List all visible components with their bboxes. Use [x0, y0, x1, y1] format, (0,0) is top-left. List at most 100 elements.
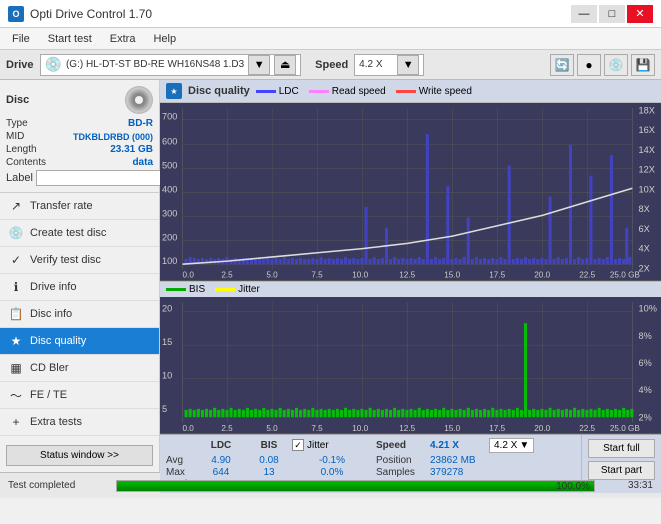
disc-quality-title: Disc quality [188, 85, 250, 97]
verify-test-icon: ✓ [8, 252, 24, 268]
status-window-btn[interactable]: Status window >> [6, 445, 153, 466]
speed-dropdown-arrow: ▼ [519, 440, 529, 451]
legend-bis-label: BIS [189, 284, 205, 295]
app-title: Opti Drive Control 1.70 [30, 7, 152, 21]
drive-label: Drive [6, 59, 34, 71]
stats-ldc-header: LDC [196, 440, 246, 451]
drive-eject-btn[interactable]: ⏏ [274, 55, 296, 75]
jitter-color-swatch [215, 288, 235, 291]
disc-panel-title: Disc [6, 94, 29, 106]
svg-text:17.5: 17.5 [489, 424, 505, 433]
sidebar-item-transfer-rate[interactable]: ↗ Transfer rate [0, 193, 159, 220]
svg-text:5: 5 [162, 404, 167, 414]
stats-max-row: Max 644 13 0.0% Samples 379278 [166, 467, 575, 478]
svg-text:8X: 8X [639, 204, 650, 214]
right-panel: ★ Disc quality LDC Read speed Write spee… [160, 80, 661, 472]
svg-text:15.0: 15.0 [444, 424, 460, 433]
avg-ldc-val: 4.90 [196, 455, 246, 466]
record-icon-btn[interactable]: ● [577, 54, 601, 76]
svg-text:10.0: 10.0 [352, 271, 368, 280]
drive-dropdown-btn[interactable]: ▼ [248, 55, 270, 75]
save-icon-btn[interactable]: 💾 [631, 54, 655, 76]
start-full-btn[interactable]: Start full [588, 439, 655, 458]
svg-text:4X: 4X [639, 244, 650, 254]
progress-text: 100.0% [556, 481, 590, 493]
sidebar-item-verify-test-disc[interactable]: ✓ Verify test disc [0, 247, 159, 274]
sidebar-item-label: Drive info [30, 281, 76, 293]
app-icon: O [8, 6, 24, 22]
samples-label: Samples [376, 467, 426, 478]
progress-bar-container: 100.0% [116, 480, 595, 492]
disc-length-row: Length 23.31 GB [6, 144, 153, 155]
legend-ldc: LDC [256, 86, 299, 97]
title-bar-left: O Opti Drive Control 1.70 [8, 6, 152, 22]
sidebar-item-extra-tests[interactable]: + Extra tests [0, 409, 159, 436]
sidebar-item-label: Verify test disc [30, 254, 101, 266]
svg-text:15: 15 [162, 337, 172, 347]
sidebar-item-disc-quality[interactable]: ★ Disc quality [0, 328, 159, 355]
legend-jitter-label: Jitter [238, 284, 260, 295]
svg-text:4%: 4% [639, 385, 652, 395]
drive-bar: Drive 💿 (G:) HL-DT-ST BD-RE WH16NS48 1.D… [0, 50, 661, 80]
cd-bler-icon: ▦ [8, 360, 24, 376]
legend-write-label: Write speed [419, 86, 472, 97]
svg-text:200: 200 [162, 232, 177, 242]
drive-select-container: 💿 (G:) HL-DT-ST BD-RE WH16NS48 1.D3 ▼ ⏏ [40, 54, 302, 76]
svg-text:22.5: 22.5 [579, 271, 595, 280]
sidebar-item-label: Disc quality [30, 335, 86, 347]
maximize-button[interactable]: □ [599, 5, 625, 23]
svg-text:25.0 GB: 25.0 GB [610, 424, 640, 433]
menu-help[interactable]: Help [145, 31, 184, 47]
disc-type-label: Type [6, 118, 28, 129]
charts-area: 700 600 500 400 300 200 100 18X 16X 14X … [160, 103, 661, 434]
chart-bis: 20 15 10 5 10% 8% 6% 4% 2% [160, 297, 661, 434]
bis-legend-bar: BIS Jitter [160, 281, 661, 297]
disc-quality-icon: ★ [8, 333, 24, 349]
menu-file[interactable]: File [4, 31, 38, 47]
refresh-icon-btn[interactable]: 🔄 [550, 54, 574, 76]
disc-contents-label: Contents [6, 157, 46, 168]
sidebar-nav: ↗ Transfer rate 💿 Create test disc ✓ Ver… [0, 193, 159, 439]
sidebar-item-drive-info[interactable]: ℹ Drive info [0, 274, 159, 301]
max-ldc-val: 644 [196, 467, 246, 478]
disc-label-input[interactable] [36, 170, 174, 186]
disc-length-value: 23.31 GB [110, 144, 153, 155]
drive-icons: 🔄 ● 💿 💾 [550, 54, 655, 76]
speed-label: Speed [315, 59, 348, 71]
sidebar-item-cd-bler[interactable]: ▦ CD Bler [0, 355, 159, 382]
svg-text:600: 600 [162, 137, 177, 147]
menu-extra[interactable]: Extra [102, 31, 144, 47]
legend-ldc-label: LDC [279, 86, 299, 97]
svg-text:18X: 18X [639, 105, 655, 115]
minimize-button[interactable]: — [571, 5, 597, 23]
svg-text:8%: 8% [639, 331, 652, 341]
sidebar-item-disc-info[interactable]: 📋 Disc info [0, 301, 159, 328]
speed-value: 4.2 X [359, 59, 393, 70]
start-part-btn[interactable]: Start part [588, 461, 655, 480]
time-display: 33:31 [603, 480, 653, 491]
svg-text:400: 400 [162, 184, 177, 194]
jitter-checkbox[interactable]: ✓ [292, 439, 304, 451]
sidebar-item-create-test-disc[interactable]: 💿 Create test disc [0, 220, 159, 247]
svg-text:300: 300 [162, 208, 177, 218]
speed-select-display[interactable]: 4.2 X ▼ [489, 438, 534, 453]
svg-text:14X: 14X [639, 145, 655, 155]
disc-icon-btn[interactable]: 💿 [604, 54, 628, 76]
svg-text:6X: 6X [639, 224, 650, 234]
svg-text:12.5: 12.5 [399, 424, 415, 433]
svg-text:0.0: 0.0 [182, 424, 194, 433]
window-controls: — □ ✕ [571, 5, 653, 23]
disc-mid-value: TDKBLDRBD (000) [73, 132, 153, 142]
ldc-color-swatch [256, 90, 276, 93]
svg-text:5.0: 5.0 [266, 424, 278, 433]
close-button[interactable]: ✕ [627, 5, 653, 23]
menu-start-test[interactable]: Start test [40, 31, 100, 47]
sidebar-item-fe-te[interactable]: 〜 FE / TE [0, 382, 159, 409]
create-test-icon: 💿 [8, 225, 24, 241]
position-val: 23862 MB [430, 455, 485, 466]
svg-text:17.5: 17.5 [489, 271, 505, 280]
legend-read: Read speed [309, 86, 386, 97]
title-bar: O Opti Drive Control 1.70 — □ ✕ [0, 0, 661, 28]
speed-dropdown-btn[interactable]: ▼ [397, 55, 419, 75]
svg-text:10: 10 [162, 370, 172, 380]
